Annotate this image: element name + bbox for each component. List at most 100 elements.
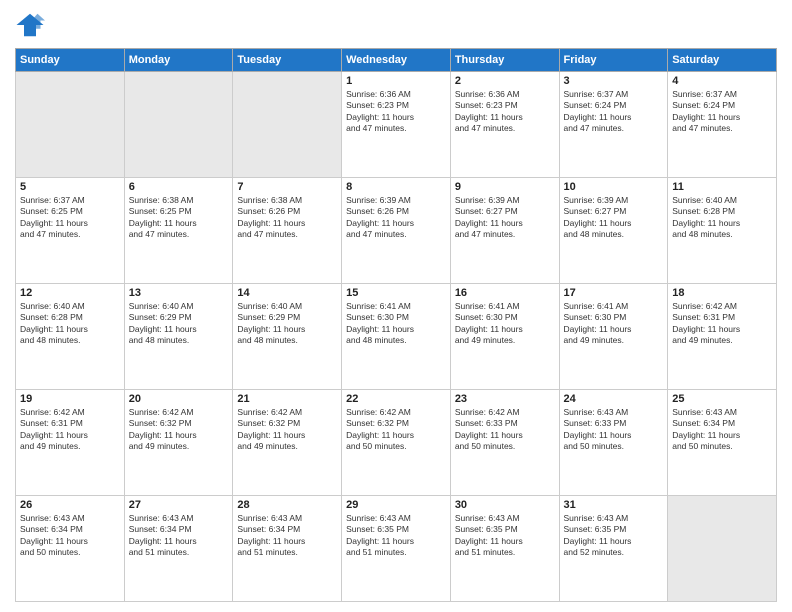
calendar-day-cell: 17 Sunrise: 6:41 AM Sunset: 6:30 PM Dayli… [559, 284, 668, 390]
day-info: Sunrise: 6:42 AM Sunset: 6:31 PM Dayligh… [672, 301, 772, 347]
calendar-day-cell: 2Sunrise: 6:36 AM Sunset: 6:23 PM Daylig… [450, 72, 559, 178]
day-number: 20 [129, 393, 229, 405]
day-number: 19 [20, 393, 120, 405]
day-info: Sunrise: 6:42 AM Sunset: 6:31 PM Dayligh… [20, 407, 120, 453]
calendar-week-row: 26 Sunrise: 6:43 AM Sunset: 6:34 PM Dayli… [16, 496, 777, 602]
day-number: 13 [129, 287, 229, 299]
day-info: Sunrise: 6:42 AM Sunset: 6:32 PM Dayligh… [129, 407, 229, 453]
calendar-day-header: Tuesday [233, 49, 342, 72]
calendar-day-header: Friday [559, 49, 668, 72]
day-number: 18 [672, 287, 772, 299]
day-info: Sunrise: 6:41 AM Sunset: 6:30 PM Dayligh… [346, 301, 446, 347]
calendar-day-cell: 30Sunrise: 6:43 AM Sunset: 6:35 PM Dayli… [450, 496, 559, 602]
calendar-week-row: 19 Sunrise: 6:42 AM Sunset: 6:31 PM Dayli… [16, 390, 777, 496]
day-info: Sunrise: 6:38 AM Sunset: 6:25 PM Dayligh… [129, 195, 229, 241]
calendar-day-cell: 10 Sunrise: 6:39 AM Sunset: 6:27 PM Dayli… [559, 178, 668, 284]
calendar-day-cell: 25 Sunrise: 6:43 AM Sunset: 6:34 PM Dayli… [668, 390, 777, 496]
day-number: 28 [237, 499, 337, 511]
calendar-day-cell [233, 72, 342, 178]
day-number: 9 [455, 181, 555, 193]
calendar-day-cell: 4 Sunrise: 6:37 AM Sunset: 6:24 PM Daylig… [668, 72, 777, 178]
day-info: Sunrise: 6:36 AM Sunset: 6:23 PM Dayligh… [346, 89, 446, 135]
day-number: 1 [346, 75, 446, 87]
calendar-day-cell: 13Sunrise: 6:40 AM Sunset: 6:29 PM Dayli… [124, 284, 233, 390]
day-number: 26 [20, 499, 120, 511]
day-number: 17 [564, 287, 664, 299]
day-info: Sunrise: 6:41 AM Sunset: 6:30 PM Dayligh… [455, 301, 555, 347]
day-info: Sunrise: 6:42 AM Sunset: 6:33 PM Dayligh… [455, 407, 555, 453]
day-info: Sunrise: 6:43 AM Sunset: 6:35 PM Dayligh… [346, 513, 446, 559]
day-info: Sunrise: 6:37 AM Sunset: 6:24 PM Dayligh… [672, 89, 772, 135]
calendar-day-cell: 26 Sunrise: 6:43 AM Sunset: 6:34 PM Dayli… [16, 496, 125, 602]
day-info: Sunrise: 6:39 AM Sunset: 6:26 PM Dayligh… [346, 195, 446, 241]
logo [15, 10, 49, 40]
day-number: 5 [20, 181, 120, 193]
calendar-day-cell: 28 Sunrise: 6:43 AM Sunset: 6:34 PM Dayli… [233, 496, 342, 602]
day-number: 7 [237, 181, 337, 193]
day-info: Sunrise: 6:43 AM Sunset: 6:34 PM Dayligh… [20, 513, 120, 559]
calendar-day-cell: 21 Sunrise: 6:42 AM Sunset: 6:32 PM Dayli… [233, 390, 342, 496]
logo-icon [15, 10, 45, 40]
day-info: Sunrise: 6:39 AM Sunset: 6:27 PM Dayligh… [564, 195, 664, 241]
day-info: Sunrise: 6:42 AM Sunset: 6:32 PM Dayligh… [346, 407, 446, 453]
calendar-day-cell: 24Sunrise: 6:43 AM Sunset: 6:33 PM Dayli… [559, 390, 668, 496]
calendar-day-cell [668, 496, 777, 602]
calendar-day-cell: 19 Sunrise: 6:42 AM Sunset: 6:31 PM Dayli… [16, 390, 125, 496]
day-number: 16 [455, 287, 555, 299]
day-number: 8 [346, 181, 446, 193]
page: SundayMondayTuesdayWednesdayThursdayFrid… [0, 0, 792, 612]
day-number: 30 [455, 499, 555, 511]
day-number: 23 [455, 393, 555, 405]
day-number: 27 [129, 499, 229, 511]
day-number: 31 [564, 499, 664, 511]
calendar-day-header: Monday [124, 49, 233, 72]
calendar-header-row: SundayMondayTuesdayWednesdayThursdayFrid… [16, 49, 777, 72]
calendar-day-cell: 3 Sunrise: 6:37 AM Sunset: 6:24 PM Daylig… [559, 72, 668, 178]
calendar-day-cell: 14Sunrise: 6:40 AM Sunset: 6:29 PM Dayli… [233, 284, 342, 390]
day-info: Sunrise: 6:43 AM Sunset: 6:34 PM Dayligh… [129, 513, 229, 559]
day-info: Sunrise: 6:43 AM Sunset: 6:35 PM Dayligh… [564, 513, 664, 559]
calendar-day-header: Wednesday [342, 49, 451, 72]
calendar-week-row: 1 Sunrise: 6:36 AM Sunset: 6:23 PM Daylig… [16, 72, 777, 178]
day-info: Sunrise: 6:41 AM Sunset: 6:30 PM Dayligh… [564, 301, 664, 347]
day-number: 22 [346, 393, 446, 405]
calendar-day-cell: 8 Sunrise: 6:39 AM Sunset: 6:26 PM Daylig… [342, 178, 451, 284]
day-info: Sunrise: 6:43 AM Sunset: 6:34 PM Dayligh… [237, 513, 337, 559]
day-number: 3 [564, 75, 664, 87]
calendar-day-header: Sunday [16, 49, 125, 72]
calendar-day-cell: 15Sunrise: 6:41 AM Sunset: 6:30 PM Dayli… [342, 284, 451, 390]
day-info: Sunrise: 6:40 AM Sunset: 6:28 PM Dayligh… [20, 301, 120, 347]
day-number: 4 [672, 75, 772, 87]
calendar-day-cell: 18 Sunrise: 6:42 AM Sunset: 6:31 PM Dayli… [668, 284, 777, 390]
day-info: Sunrise: 6:43 AM Sunset: 6:34 PM Dayligh… [672, 407, 772, 453]
day-info: Sunrise: 6:38 AM Sunset: 6:26 PM Dayligh… [237, 195, 337, 241]
day-number: 24 [564, 393, 664, 405]
calendar-day-cell [16, 72, 125, 178]
day-number: 10 [564, 181, 664, 193]
calendar-day-cell: 23 Sunrise: 6:42 AM Sunset: 6:33 PM Dayli… [450, 390, 559, 496]
day-number: 21 [237, 393, 337, 405]
calendar-week-row: 12 Sunrise: 6:40 AM Sunset: 6:28 PM Dayli… [16, 284, 777, 390]
calendar-day-header: Thursday [450, 49, 559, 72]
day-info: Sunrise: 6:40 AM Sunset: 6:29 PM Dayligh… [237, 301, 337, 347]
day-info: Sunrise: 6:36 AM Sunset: 6:23 PM Dayligh… [455, 89, 555, 135]
day-info: Sunrise: 6:42 AM Sunset: 6:32 PM Dayligh… [237, 407, 337, 453]
day-info: Sunrise: 6:37 AM Sunset: 6:24 PM Dayligh… [564, 89, 664, 135]
day-number: 25 [672, 393, 772, 405]
day-number: 29 [346, 499, 446, 511]
calendar-day-cell: 29 Sunrise: 6:43 AM Sunset: 6:35 PM Dayli… [342, 496, 451, 602]
calendar-day-cell: 1 Sunrise: 6:36 AM Sunset: 6:23 PM Daylig… [342, 72, 451, 178]
day-number: 12 [20, 287, 120, 299]
day-info: Sunrise: 6:37 AM Sunset: 6:25 PM Dayligh… [20, 195, 120, 241]
day-info: Sunrise: 6:39 AM Sunset: 6:27 PM Dayligh… [455, 195, 555, 241]
day-number: 6 [129, 181, 229, 193]
calendar-day-cell: 7 Sunrise: 6:38 AM Sunset: 6:26 PM Daylig… [233, 178, 342, 284]
day-number: 11 [672, 181, 772, 193]
calendar-day-cell: 5 Sunrise: 6:37 AM Sunset: 6:25 PM Daylig… [16, 178, 125, 284]
calendar-day-cell: 22 Sunrise: 6:42 AM Sunset: 6:32 PM Dayli… [342, 390, 451, 496]
calendar-day-cell: 16 Sunrise: 6:41 AM Sunset: 6:30 PM Dayli… [450, 284, 559, 390]
calendar: SundayMondayTuesdayWednesdayThursdayFrid… [15, 48, 777, 602]
calendar-day-cell: 31 Sunrise: 6:43 AM Sunset: 6:35 PM Dayli… [559, 496, 668, 602]
header [15, 10, 777, 40]
calendar-day-header: Saturday [668, 49, 777, 72]
